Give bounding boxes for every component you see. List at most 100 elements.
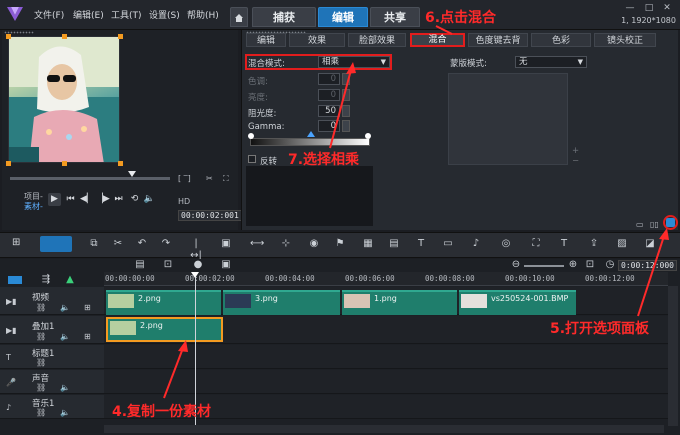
undo-icon[interactable]: ↶ [136, 238, 148, 250]
add-mask-button[interactable]: + [572, 146, 579, 156]
volume-icon[interactable]: 🔈 [60, 383, 70, 392]
auto-music-icon[interactable]: ♪ [470, 238, 482, 250]
motion-icon[interactable]: ⟷ [250, 238, 264, 250]
mask-mode-select[interactable]: 无 ▼ [515, 56, 587, 68]
timeline-view-button[interactable] [40, 236, 72, 252]
opt-tab-effect[interactable]: 效果 [289, 33, 345, 47]
text-tool-icon[interactable]: T [558, 238, 570, 250]
menu-file[interactable]: 文件(F) [34, 8, 64, 21]
subtitle-icon[interactable]: ▭ [442, 238, 454, 250]
play-button[interactable]: ▶ [48, 193, 61, 206]
end-button[interactable]: ⏭ [112, 193, 125, 206]
scrubber-playhead[interactable] [128, 171, 136, 177]
storyboard-view-icon[interactable]: ⊞ [12, 237, 28, 251]
add-track-icon[interactable]: ▲ [64, 274, 76, 286]
copy-tool-icon[interactable]: ⧉ [88, 238, 100, 250]
gamma-slider-handle-right[interactable] [365, 133, 371, 139]
clock-icon[interactable]: ◷ [604, 259, 616, 271]
split-icon[interactable]: ✂ [206, 174, 213, 183]
fx-icon[interactable]: ▨ [616, 238, 628, 250]
preview-timecode[interactable]: 00:00:02:001 [178, 210, 242, 221]
record-voice-icon[interactable]: ● [192, 259, 204, 271]
link-icon[interactable]: ⛓ [36, 383, 46, 392]
volume-icon[interactable]: 🔈 [60, 332, 70, 341]
invert-checkbox[interactable] [248, 155, 256, 163]
link-icon[interactable]: ⛓ [36, 358, 46, 367]
grid-icon[interactable]: ⊞ [84, 332, 91, 341]
opt-tab-edit[interactable]: 编辑 [246, 33, 286, 47]
menu-settings[interactable]: 设置(S) [149, 8, 180, 21]
menu-help[interactable]: 帮助(H) [187, 8, 219, 21]
crop-handle-tr[interactable] [118, 34, 123, 39]
track-head-title1[interactable]: 标题1 T ⛓ [0, 345, 104, 369]
track-head-overlay1[interactable]: 叠加1 ▶▮ ⛓ 🔈 ⊞ [0, 316, 104, 344]
fullscreen-icon[interactable]: ⛶ [223, 174, 229, 184]
video-clip-4[interactable]: vs250524-001.BMP [459, 290, 576, 315]
tab-edit[interactable]: 编辑 [318, 7, 368, 27]
split-audio-icon[interactable]: ⊹ [280, 238, 292, 250]
crop-handle-bl[interactable] [6, 161, 11, 166]
ripple-edit-icon[interactable]: ⇶ [40, 274, 52, 286]
menu-tools[interactable]: 工具(T) [111, 8, 142, 21]
mask-tool-icon[interactable]: ◎ [500, 238, 512, 250]
export-icon[interactable]: ⇪ [588, 238, 600, 250]
crop-handle-t[interactable] [62, 34, 67, 39]
volume-icon[interactable]: 🔈 [143, 193, 156, 206]
crop-handle-tl[interactable] [6, 34, 11, 39]
playhead-handle[interactable] [191, 272, 199, 278]
record-icon[interactable]: ◉ [308, 238, 320, 250]
next-frame-button[interactable]: ▕▶ [96, 193, 110, 206]
chapter-icon[interactable]: ⊡ [162, 259, 174, 271]
track-view-all-icon[interactable] [8, 276, 22, 284]
opt-tab-lens-correction[interactable]: 镜头校正 [594, 33, 656, 47]
video-clip-2[interactable]: 3.png [223, 290, 340, 315]
hd-icon[interactable]: HD [178, 197, 190, 206]
link-icon[interactable]: ⛓ [36, 408, 46, 417]
tab-capture[interactable]: 捕获 [252, 7, 316, 27]
video-clip-1[interactable]: 2.png [106, 290, 221, 315]
title-tool-icon[interactable]: T [415, 238, 427, 250]
home-button[interactable] [230, 7, 248, 27]
minimize-button[interactable]: — [624, 3, 636, 13]
close-button[interactable]: ✕ [661, 3, 673, 13]
opt-tab-color[interactable]: 色彩 [531, 33, 591, 47]
snapshot-icon[interactable]: ▣ [220, 259, 232, 271]
clip-mode-label[interactable]: 素材- [24, 201, 43, 212]
gamma-slider-mid-handle[interactable] [307, 131, 315, 137]
fit-timeline-icon[interactable]: ⊡ [584, 259, 596, 271]
cut-tool-icon[interactable]: ✂ [112, 238, 124, 250]
volume-icon[interactable]: 🔈 [60, 408, 70, 417]
grid-icon[interactable]: ⊞ [84, 303, 91, 312]
options-panel-button[interactable] [666, 218, 675, 227]
zoom-slider[interactable] [524, 265, 564, 267]
redo-icon[interactable]: ↷ [160, 238, 172, 250]
crop-handle-b[interactable] [62, 161, 67, 166]
zoom-out-icon[interactable]: ⊖ [510, 259, 522, 271]
media-icon[interactable]: ▤ [388, 238, 400, 250]
crop-handle-br[interactable] [118, 161, 123, 166]
stabilize-icon[interactable]: ⛶ [530, 238, 542, 250]
gamma-slider-handle-left[interactable] [248, 133, 254, 139]
maximize-button[interactable]: □ [643, 3, 655, 13]
video-clip-3[interactable]: 1.png [342, 290, 457, 315]
link-icon[interactable]: ⛓ [36, 332, 46, 341]
prev-frame-button[interactable]: ◀▏ [80, 193, 94, 206]
trim-icon[interactable]: |↔| [190, 238, 202, 261]
track-head-music1[interactable]: 音乐1 ♪ ⛓ 🔈 [0, 395, 104, 419]
tab-share[interactable]: 共享 [370, 7, 420, 27]
multicam-icon[interactable]: ▦ [362, 238, 374, 250]
repeat-button[interactable]: ⟲ [128, 193, 141, 206]
track-head-voice[interactable]: 声音 🎤 ⛓ 🔈 [0, 370, 104, 394]
remove-mask-button[interactable]: − [572, 156, 579, 166]
screen-icon[interactable]: ▣ [220, 238, 232, 250]
overlay-clip-1[interactable]: 2.png [106, 317, 223, 342]
timeline-horizontal-scrollbar[interactable] [104, 425, 664, 433]
preview-scrubber[interactable] [10, 177, 170, 180]
link-icon[interactable]: ⛓ [36, 303, 46, 312]
menu-edit[interactable]: 编辑(E) [73, 8, 104, 21]
volume-icon[interactable]: 🔈 [60, 303, 70, 312]
opt-tab-chroma-key[interactable]: 色度键去背 [468, 33, 528, 47]
track-head-video[interactable]: 视频 ▶▮ ⛓ 🔈 ⊞ [0, 287, 104, 315]
track-manager-icon[interactable]: ▤ [134, 259, 146, 271]
marker-icon[interactable]: ⚑ [334, 238, 346, 250]
